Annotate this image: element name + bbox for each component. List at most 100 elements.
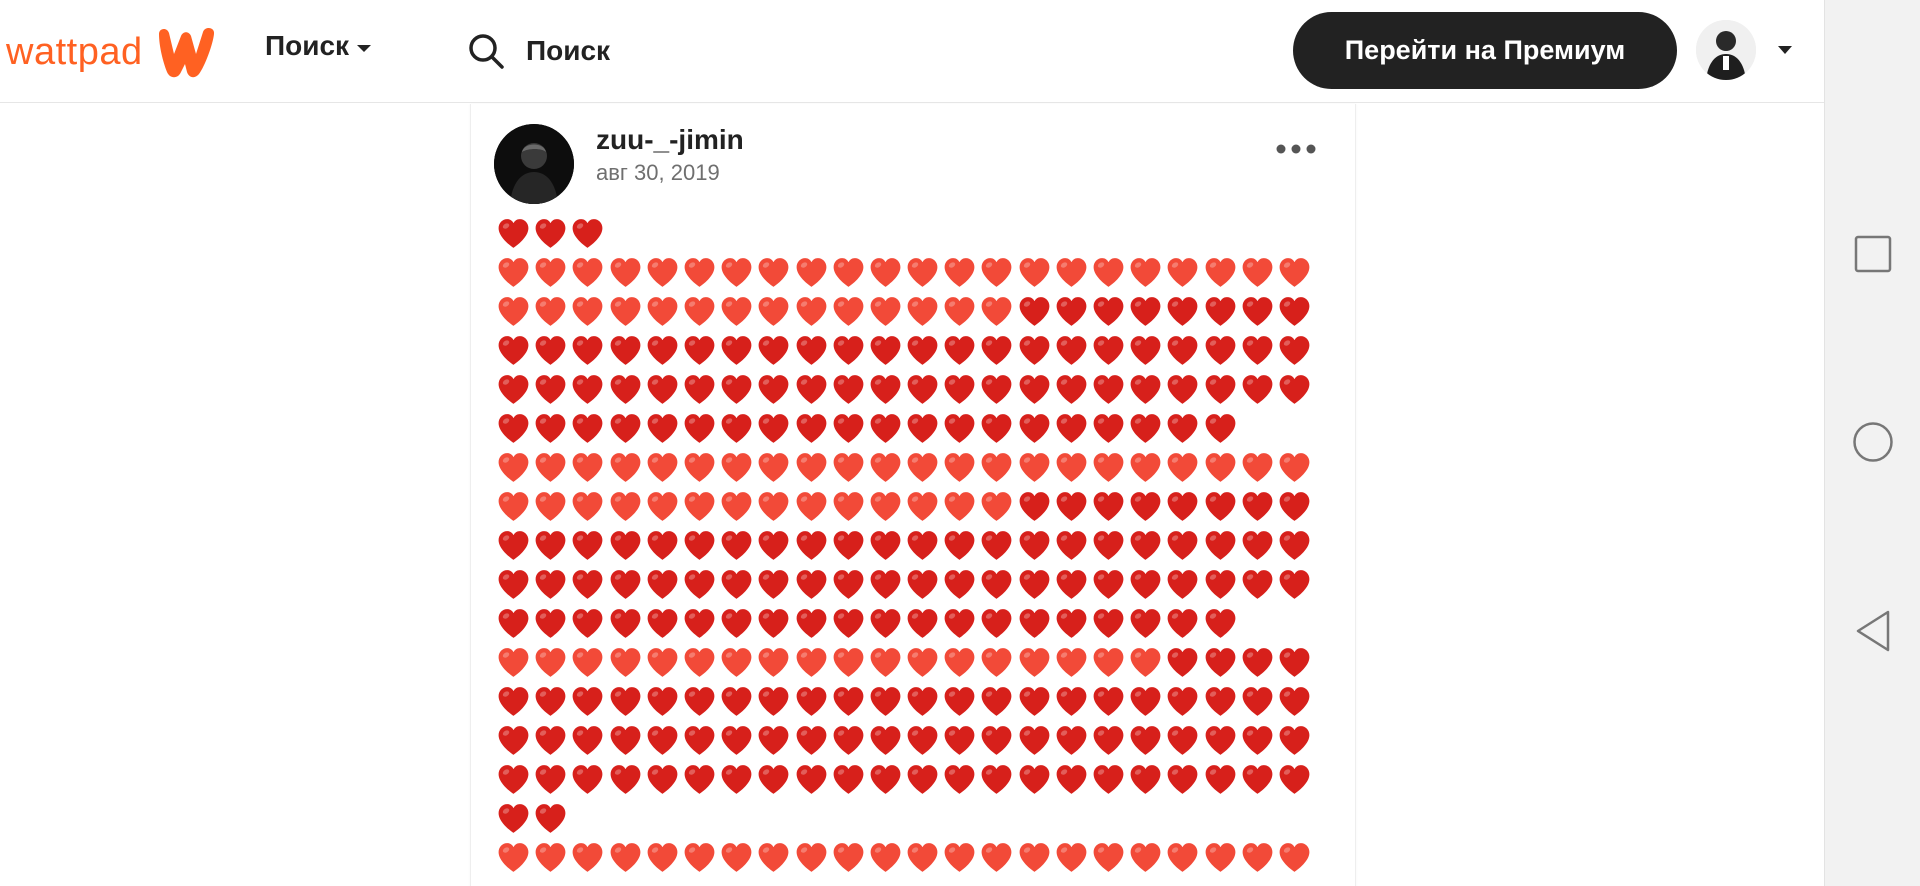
heart-icon bbox=[758, 414, 789, 443]
heart-icon bbox=[1019, 765, 1050, 794]
heart-icon bbox=[758, 765, 789, 794]
heart-row bbox=[496, 331, 1326, 370]
heart-icon bbox=[721, 414, 752, 443]
heart-icon bbox=[758, 570, 789, 599]
heart-icon bbox=[1130, 375, 1161, 404]
heart-icon bbox=[1279, 375, 1310, 404]
heart-icon bbox=[1279, 726, 1310, 755]
heart-icon bbox=[944, 687, 975, 716]
heart-icon bbox=[1056, 453, 1087, 482]
heart-row bbox=[496, 292, 1326, 331]
heart-icon bbox=[907, 453, 938, 482]
heart-icon bbox=[944, 258, 975, 287]
discover-dropdown[interactable]: Поиск bbox=[265, 30, 372, 62]
search-icon[interactable] bbox=[466, 31, 506, 71]
heart-icon bbox=[982, 648, 1012, 677]
heart-icon bbox=[758, 648, 789, 677]
heart-icon bbox=[1242, 648, 1273, 677]
author-avatar[interactable] bbox=[494, 124, 574, 204]
heart-icon bbox=[1093, 375, 1124, 404]
heart-icon bbox=[1167, 531, 1198, 560]
post-card: zuu-_-jimin авг 30, 2019 bbox=[470, 104, 1356, 886]
heart-icon bbox=[1279, 297, 1310, 326]
heart-icon bbox=[1167, 570, 1198, 599]
heart-icon bbox=[684, 726, 715, 755]
heart-icon bbox=[572, 843, 603, 872]
heart-icon bbox=[1279, 258, 1310, 287]
heart-icon bbox=[1130, 609, 1161, 638]
heart-row bbox=[496, 721, 1326, 760]
heart-icon bbox=[684, 687, 715, 716]
heart-icon bbox=[498, 765, 529, 794]
heart-icon bbox=[907, 297, 938, 326]
heart-icon bbox=[1205, 843, 1235, 872]
home-button[interactable] bbox=[1849, 418, 1897, 466]
heart-icon bbox=[535, 765, 566, 794]
heart-icon bbox=[1093, 609, 1124, 638]
heart-icon bbox=[572, 726, 603, 755]
recent-apps-button[interactable] bbox=[1849, 230, 1897, 278]
heart-icon bbox=[1205, 687, 1235, 716]
heart-icon bbox=[1242, 843, 1273, 872]
heart-icon bbox=[982, 843, 1012, 872]
heart-icon bbox=[610, 726, 640, 755]
heart-icon bbox=[647, 336, 678, 365]
heart-icon bbox=[1093, 726, 1124, 755]
heart-row bbox=[496, 682, 1326, 721]
heart-icon bbox=[498, 219, 529, 248]
heart-row bbox=[496, 565, 1326, 604]
heart-row bbox=[496, 214, 1326, 253]
heart-icon bbox=[1056, 609, 1087, 638]
heart-icon bbox=[870, 609, 901, 638]
heart-icon bbox=[1279, 648, 1310, 677]
heart-icon bbox=[684, 570, 715, 599]
heart-icon bbox=[758, 609, 789, 638]
heart-icon bbox=[721, 336, 752, 365]
heart-icon bbox=[1279, 453, 1310, 482]
author-username[interactable]: zuu-_-jimin bbox=[596, 124, 744, 156]
heart-icon bbox=[870, 453, 901, 482]
heart-icon bbox=[1093, 297, 1124, 326]
heart-icon bbox=[907, 492, 938, 521]
heart-icon bbox=[1056, 336, 1087, 365]
heart-icon bbox=[535, 453, 566, 482]
heart-icon bbox=[1205, 726, 1235, 755]
heart-icon bbox=[684, 843, 715, 872]
post-text bbox=[496, 214, 1326, 877]
go-premium-button[interactable]: Перейти на Премиум bbox=[1293, 12, 1677, 89]
heart-icon bbox=[647, 258, 678, 287]
heart-icon bbox=[870, 336, 901, 365]
heart-icon bbox=[833, 453, 864, 482]
heart-row bbox=[496, 409, 1326, 448]
heart-icon bbox=[572, 765, 603, 794]
user-menu[interactable] bbox=[1696, 20, 1792, 80]
heart-icon bbox=[982, 414, 1012, 443]
wattpad-logo[interactable]: wattpad bbox=[6, 24, 221, 80]
heart-icon bbox=[721, 258, 752, 287]
heart-icon bbox=[1130, 297, 1161, 326]
heart-icon bbox=[1093, 258, 1124, 287]
heart-icon bbox=[498, 843, 529, 872]
heart-icon bbox=[647, 843, 678, 872]
heart-icon bbox=[833, 726, 864, 755]
more-options-button[interactable] bbox=[1271, 134, 1321, 164]
heart-icon bbox=[1056, 492, 1087, 521]
heart-icon bbox=[1019, 843, 1050, 872]
back-button[interactable] bbox=[1849, 607, 1897, 655]
heart-icon bbox=[684, 648, 715, 677]
heart-icon bbox=[684, 609, 715, 638]
user-avatar[interactable] bbox=[1696, 20, 1756, 80]
heart-icon bbox=[870, 492, 901, 521]
heart-icon bbox=[796, 336, 826, 365]
heart-icon bbox=[1056, 414, 1087, 443]
heart-icon bbox=[721, 453, 752, 482]
heart-icon bbox=[1130, 570, 1161, 599]
heart-icon bbox=[721, 687, 752, 716]
search-input[interactable] bbox=[524, 34, 948, 68]
heart-icon bbox=[1093, 648, 1124, 677]
heart-icon bbox=[944, 648, 975, 677]
heart-icon bbox=[610, 843, 640, 872]
heart-icon bbox=[610, 492, 640, 521]
heart-icon bbox=[944, 765, 975, 794]
heart-icon bbox=[758, 297, 789, 326]
